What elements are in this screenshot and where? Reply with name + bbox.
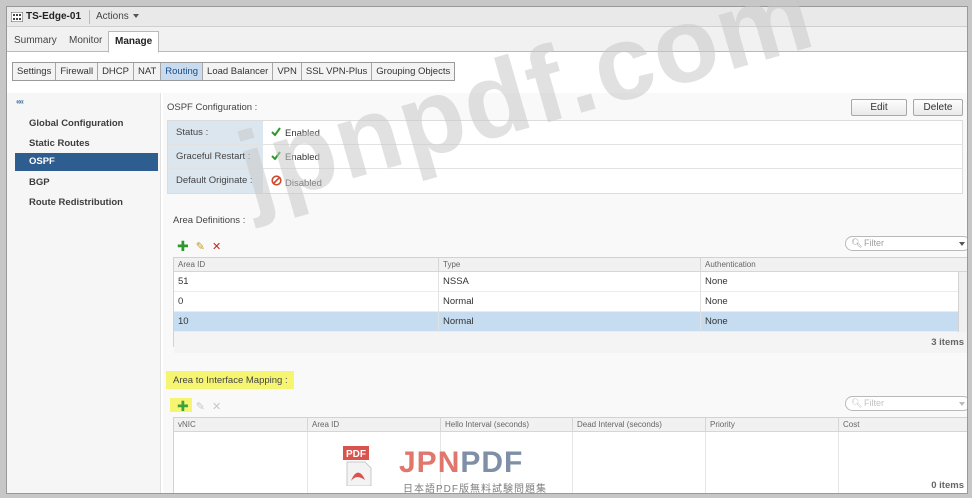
logo-brand: JPNPDF <box>399 446 523 480</box>
collapse-sidebar-icon[interactable]: «« <box>16 97 24 106</box>
subtab-load-balancer[interactable]: Load Balancer <box>203 63 274 80</box>
area-definitions-header: Area ID Type Authentication <box>174 258 967 272</box>
cell-type: Normal <box>438 292 700 312</box>
column-dead-interval[interactable]: Dead Interval (seconds) <box>572 418 705 432</box>
table-row-selected[interactable]: 10 Normal None <box>174 312 967 332</box>
area-interface-mapping-toolbar: ✚ ✎ ✕ <box>177 399 221 413</box>
subtab-nat[interactable]: NAT <box>134 63 162 80</box>
column-divider <box>705 432 706 493</box>
pdf-logo-icon: PDF <box>343 446 372 486</box>
tab-monitor[interactable]: Monitor <box>69 35 102 46</box>
area-definitions-count: 3 items <box>931 337 964 348</box>
routing-sidebar: «« Global Configuration Static Routes OS… <box>7 93 161 493</box>
sidebar-item-bgp[interactable]: BGP <box>15 174 158 192</box>
add-icon[interactable]: ✚ <box>177 239 189 253</box>
edge-name: TS-Edge-01 <box>26 11 82 22</box>
column-divider <box>838 432 839 493</box>
table-row[interactable]: 0 Normal None <box>174 292 967 312</box>
subtab-dhcp[interactable]: DHCP <box>98 63 134 80</box>
area-definitions-title: Area Definitions : <box>173 215 246 226</box>
tab-manage[interactable]: Manage <box>108 31 160 53</box>
subtab-settings[interactable]: Settings <box>13 63 57 80</box>
sidebar-item-route-redistribution[interactable]: Route Redistribution <box>15 194 158 212</box>
sidebar-item-static-routes[interactable]: Static Routes <box>15 135 158 153</box>
column-area-id[interactable]: Area ID <box>174 258 438 272</box>
search-icon: 🔍︎ <box>851 398 863 408</box>
add-icon[interactable]: ✚ <box>177 399 189 413</box>
edge-device-icon <box>11 12 23 22</box>
column-hello-interval[interactable]: Hello Interval (seconds) <box>440 418 572 432</box>
chevron-down-icon <box>132 14 139 19</box>
sidebar-item-global-configuration[interactable]: Global Configuration <box>15 115 158 133</box>
subtab-routing[interactable]: Routing <box>161 63 204 80</box>
logo-part1: JPN <box>399 446 461 479</box>
tab-summary[interactable]: Summary <box>14 35 57 46</box>
area-definitions-grid: Area ID Type Authentication 51 NSSA None… <box>173 257 967 353</box>
cell-authentication: None <box>700 292 960 312</box>
edit-icon: ✎ <box>195 400 205 413</box>
subtab-vpn[interactable]: VPN <box>273 63 302 80</box>
cell-authentication: None <box>700 312 960 332</box>
area-interface-mapping-title: Area to Interface Mapping : <box>173 375 288 386</box>
area-definitions-filter-placeholder: Filter <box>864 238 884 248</box>
actions-label: Actions <box>96 11 129 22</box>
column-vnic[interactable]: vNIC <box>174 418 307 432</box>
area-interface-mapping-grid: vNIC Area ID Hello Interval (seconds) De… <box>173 417 967 493</box>
delete-button[interactable]: Delete <box>913 99 963 116</box>
title-bar: TS-Edge-01 Actions <box>7 7 967 27</box>
cell-area-id: 0 <box>178 296 184 307</box>
edit-button[interactable]: Edit <box>851 99 907 116</box>
area-interface-mapping-header: vNIC Area ID Hello Interval (seconds) De… <box>174 418 967 432</box>
cell-authentication: None <box>700 272 960 292</box>
cell-area-id: 51 <box>178 276 189 287</box>
delete-icon: ✕ <box>211 400 222 413</box>
edit-icon[interactable]: ✎ <box>196 240 205 253</box>
column-divider <box>572 432 573 493</box>
column-priority[interactable]: Priority <box>705 418 838 432</box>
table-row[interactable]: 51 NSSA None <box>174 272 967 292</box>
area-interface-mapping-filter-placeholder: Filter <box>864 398 884 408</box>
subtab-firewall[interactable]: Firewall <box>56 63 99 80</box>
grid-scrollbar[interactable] <box>958 272 967 332</box>
area-interface-mapping-filter[interactable]: 🔍︎ Filter <box>845 396 967 411</box>
column-authentication[interactable]: Authentication <box>700 258 960 272</box>
title-separator <box>89 10 90 24</box>
area-definitions-footer: 3 items <box>174 332 967 353</box>
area-definitions-filter[interactable]: 🔍︎ Filter <box>845 236 967 251</box>
column-area-id[interactable]: Area ID <box>307 418 440 432</box>
logo-subtitle: 日本語PDF版無料試験問題集 <box>403 484 547 495</box>
column-divider <box>307 432 308 493</box>
area-definitions-toolbar: ✚ ✎ ✕ <box>177 239 221 253</box>
sidebar-item-ospf[interactable]: OSPF <box>15 153 158 171</box>
cell-type: Normal <box>438 312 700 332</box>
logo-part2: PDF <box>460 446 524 479</box>
actions-menu[interactable]: Actions <box>96 11 139 22</box>
chevron-down-icon <box>959 242 965 246</box>
column-cost[interactable]: Cost <box>838 418 967 432</box>
chevron-down-icon <box>959 402 965 406</box>
cell-area-id: 10 <box>178 316 189 327</box>
pdf-badge-text: PDF <box>346 449 366 460</box>
cell-type: NSSA <box>438 272 700 292</box>
column-type[interactable]: Type <box>438 258 700 272</box>
delete-icon[interactable]: ✕ <box>212 240 221 253</box>
search-icon: 🔍︎ <box>851 238 863 248</box>
area-interface-mapping-count: 0 items <box>931 480 964 491</box>
